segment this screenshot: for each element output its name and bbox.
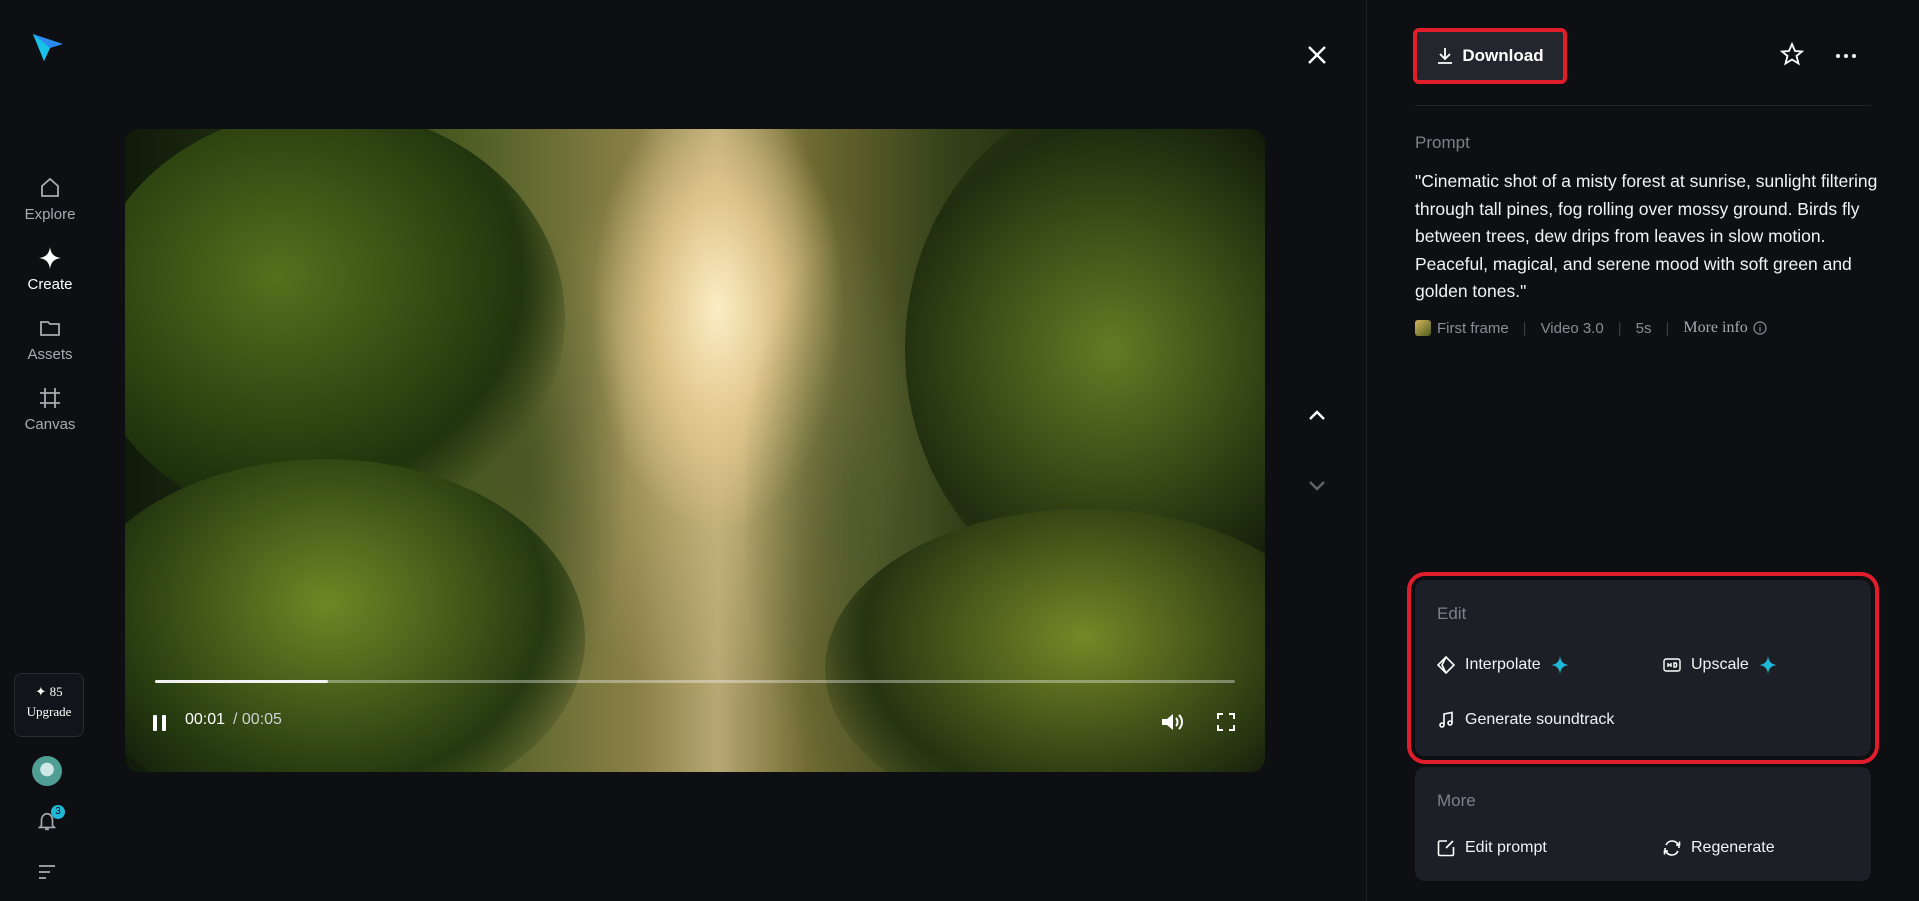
fullscreen-icon[interactable] bbox=[1217, 713, 1235, 731]
hd-icon bbox=[1663, 656, 1681, 674]
music-note-icon bbox=[1437, 711, 1455, 729]
folder-icon bbox=[38, 316, 62, 340]
sidebar: Explore Create Assets Canvas ✦ 85 Upgrad… bbox=[0, 0, 100, 901]
panel-divider bbox=[1366, 0, 1367, 901]
credits-count: ✦ 85 bbox=[15, 684, 83, 700]
regenerate-label: Regenerate bbox=[1691, 839, 1775, 857]
upgrade-label: Upgrade bbox=[15, 704, 83, 720]
edit-title: Edit bbox=[1437, 604, 1466, 624]
sidebar-item-assets[interactable]: Assets bbox=[0, 316, 100, 363]
pause-icon[interactable] bbox=[153, 715, 167, 731]
info-icon[interactable] bbox=[1753, 321, 1767, 335]
duration-label: 5s bbox=[1636, 320, 1652, 337]
progress-bar[interactable] bbox=[155, 680, 1235, 683]
chevron-down-icon[interactable] bbox=[1306, 474, 1328, 496]
first-frame-label: First frame bbox=[1437, 320, 1509, 337]
download-icon bbox=[1436, 47, 1454, 65]
sparkle-icon bbox=[1551, 656, 1569, 674]
sparkle-icon bbox=[1759, 656, 1777, 674]
upscale-label: Upscale bbox=[1691, 656, 1749, 674]
edit-icon bbox=[1437, 839, 1455, 857]
sidebar-item-label: Canvas bbox=[25, 416, 76, 433]
download-label: Download bbox=[1462, 46, 1543, 66]
header-divider bbox=[1415, 105, 1871, 106]
edit-prompt-label: Edit prompt bbox=[1465, 839, 1547, 857]
more-title: More bbox=[1437, 791, 1476, 811]
upgrade-button[interactable]: ✦ 85 Upgrade bbox=[14, 673, 84, 737]
menu-icon[interactable] bbox=[38, 864, 56, 880]
regenerate-button[interactable]: Regenerate bbox=[1663, 839, 1775, 857]
sidebar-item-label: Explore bbox=[25, 206, 76, 223]
soundtrack-label: Generate soundtrack bbox=[1465, 711, 1614, 729]
star-icon[interactable] bbox=[1780, 42, 1804, 66]
notification-badge: 3 bbox=[51, 805, 65, 819]
upscale-button[interactable]: Upscale bbox=[1663, 656, 1777, 674]
generation-meta: First frame | Video 3.0 | 5s | More info bbox=[1415, 319, 1767, 337]
total-time: / 00:05 bbox=[233, 711, 282, 729]
refresh-icon bbox=[1663, 839, 1681, 857]
sidebar-item-explore[interactable]: Explore bbox=[0, 176, 100, 223]
logo-icon[interactable] bbox=[30, 28, 66, 64]
first-frame-thumbnail bbox=[1415, 320, 1431, 336]
download-button[interactable]: Download bbox=[1415, 30, 1565, 82]
prompt-text: "Cinematic shot of a misty forest at sun… bbox=[1415, 168, 1887, 306]
model-label: Video 3.0 bbox=[1541, 320, 1604, 337]
volume-icon[interactable] bbox=[1160, 711, 1184, 733]
more-options-icon[interactable] bbox=[1834, 44, 1858, 68]
interpolate-label: Interpolate bbox=[1465, 656, 1541, 674]
more-info-link[interactable]: More info bbox=[1683, 319, 1747, 337]
edit-prompt-button[interactable]: Edit prompt bbox=[1437, 839, 1547, 857]
generate-soundtrack-button[interactable]: Generate soundtrack bbox=[1437, 711, 1614, 729]
close-icon[interactable] bbox=[1306, 44, 1328, 66]
video-player[interactable]: 00:01 / 00:05 bbox=[125, 129, 1265, 772]
chevron-up-icon[interactable] bbox=[1306, 404, 1328, 426]
prompt-label: Prompt bbox=[1415, 133, 1470, 153]
sidebar-item-label: Assets bbox=[27, 346, 72, 363]
sidebar-item-label: Create bbox=[27, 276, 72, 293]
current-time: 00:01 bbox=[185, 711, 225, 729]
sidebar-item-canvas[interactable]: Canvas bbox=[0, 386, 100, 433]
sidebar-item-create[interactable]: Create bbox=[0, 246, 100, 293]
progress-fill bbox=[155, 680, 328, 683]
avatar[interactable] bbox=[32, 756, 62, 786]
more-panel: More Edit prompt Regenerate bbox=[1415, 767, 1871, 881]
interpolate-icon bbox=[1437, 656, 1455, 674]
frame-icon bbox=[38, 386, 62, 410]
sparkle-icon bbox=[38, 246, 62, 270]
home-icon bbox=[38, 176, 62, 200]
interpolate-button[interactable]: Interpolate bbox=[1437, 656, 1569, 674]
edit-panel: Edit Interpolate Upscale Generate soundt… bbox=[1415, 580, 1871, 756]
